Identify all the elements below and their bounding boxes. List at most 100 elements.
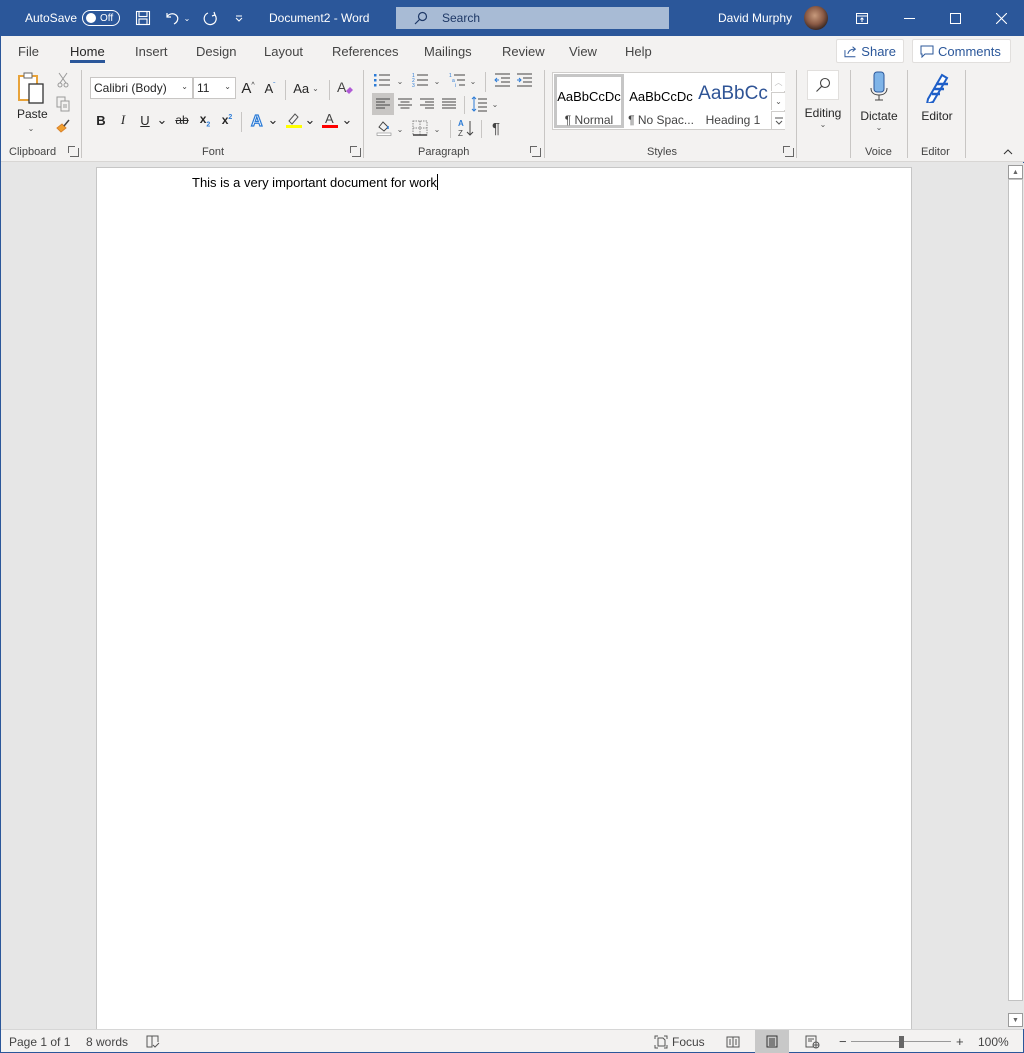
format-painter-button[interactable] <box>55 118 71 134</box>
change-case-button[interactable]: Aa ⌄ <box>291 79 321 97</box>
justify-button[interactable] <box>438 93 460 115</box>
style-heading-1[interactable]: AaBbCc Heading 1 <box>698 74 768 128</box>
underline-button[interactable]: U <box>137 110 153 130</box>
undo-button[interactable] <box>162 8 182 28</box>
bullets-dropdown[interactable]: ⌄ <box>395 74 405 88</box>
multilevel-list-dropdown[interactable]: ⌄ <box>468 74 478 88</box>
styles-dialog-launcher[interactable] <box>783 146 794 157</box>
tab-mailings[interactable]: Mailings <box>424 36 472 66</box>
align-center-button[interactable] <box>394 93 416 115</box>
font-color-button[interactable]: A <box>320 110 340 130</box>
style-no-spacing[interactable]: AaBbCcDc ¶ No Spac... <box>626 74 696 128</box>
print-layout-button[interactable] <box>755 1030 789 1053</box>
customize-qat-button[interactable] <box>229 8 249 28</box>
collapse-ribbon-button[interactable] <box>1003 147 1013 158</box>
style-normal[interactable]: AaBbCcDc ¶ Normal <box>554 74 624 128</box>
copy-button[interactable] <box>55 96 71 112</box>
styles-scroll-down[interactable]: ⌄ <box>771 92 785 110</box>
autosave-toggle[interactable]: Off <box>82 10 120 26</box>
align-left-button[interactable] <box>372 93 394 115</box>
avatar[interactable] <box>804 6 828 30</box>
word-count[interactable]: 8 words <box>86 1030 128 1053</box>
multilevel-list-button[interactable]: 1ai <box>448 72 466 88</box>
maximize-button[interactable] <box>932 0 978 36</box>
font-size-dropdown[interactable]: 11 ⌄ <box>193 77 236 99</box>
document-page[interactable]: This is a very important document for wo… <box>96 167 912 1037</box>
line-spacing-button[interactable] <box>470 95 488 113</box>
borders-button[interactable] <box>411 119 429 137</box>
scroll-down-button[interactable]: ▼ <box>1008 1013 1023 1027</box>
minimize-button[interactable] <box>886 0 932 36</box>
save-button[interactable] <box>133 8 153 28</box>
tab-file[interactable]: File <box>18 36 39 66</box>
search-input[interactable]: Search <box>396 7 669 29</box>
tab-layout[interactable]: Layout <box>264 36 303 66</box>
font-name-dropdown[interactable]: Calibri (Body) ⌄ <box>90 77 193 99</box>
clear-formatting-button[interactable]: A <box>335 78 355 98</box>
close-button[interactable] <box>978 0 1024 36</box>
font-dialog-launcher[interactable] <box>350 146 361 157</box>
zoom-level[interactable]: 100% <box>978 1030 1009 1053</box>
italic-button[interactable]: I <box>115 110 131 130</box>
numbering-dropdown[interactable]: ⌄ <box>432 74 442 88</box>
paragraph-dialog-launcher[interactable] <box>530 146 541 157</box>
align-right-button[interactable] <box>416 93 438 115</box>
dictate-button[interactable]: Dictate ⌄ <box>857 70 901 132</box>
underline-dropdown[interactable]: ⌄ <box>157 110 168 130</box>
styles-more-button[interactable] <box>771 111 785 129</box>
clipboard-dialog-launcher[interactable] <box>68 146 79 157</box>
zoom-slider-thumb[interactable] <box>899 1036 904 1048</box>
strikethrough-button[interactable]: ab <box>172 110 192 130</box>
editor-button[interactable]: Editor <box>915 70 959 123</box>
tab-insert[interactable]: Insert <box>135 36 168 66</box>
ribbon-display-options-button[interactable] <box>839 0 885 36</box>
shading-dropdown[interactable]: ⌄ <box>395 122 405 136</box>
tab-references[interactable]: References <box>332 36 398 66</box>
tab-view[interactable]: View <box>569 36 597 66</box>
redo-button[interactable] <box>201 8 221 28</box>
focus-button[interactable]: Focus <box>654 1030 705 1053</box>
font-color-dropdown[interactable]: ⌄ <box>342 110 353 130</box>
subscript-button[interactable]: x2 <box>197 110 213 130</box>
superscript-button[interactable]: x2 <box>219 110 235 130</box>
borders-dropdown[interactable]: ⌄ <box>432 122 442 136</box>
line-spacing-dropdown[interactable]: ⌄ <box>490 97 500 111</box>
increase-indent-button[interactable] <box>515 72 533 88</box>
undo-dropdown[interactable]: ⌄ <box>181 8 193 28</box>
cut-button[interactable] <box>55 72 71 88</box>
scroll-up-button[interactable]: ▲ <box>1008 165 1023 179</box>
read-mode-button[interactable] <box>726 1030 740 1053</box>
styles-scroll-up[interactable]: ︿ <box>771 73 785 91</box>
share-button[interactable]: Share <box>836 39 904 63</box>
decrease-indent-button[interactable] <box>493 72 511 88</box>
user-name[interactable]: David Murphy <box>718 0 792 36</box>
proofing-button[interactable] <box>146 1030 160 1053</box>
scroll-thumb[interactable] <box>1008 179 1023 1001</box>
vertical-scrollbar[interactable]: ▲ ▼ <box>1008 163 1024 1029</box>
text-effects-button[interactable]: A <box>249 110 267 130</box>
increase-font-size-button[interactable]: A^ <box>239 79 257 97</box>
tab-home[interactable]: Home <box>70 36 105 66</box>
bullets-button[interactable] <box>373 72 391 88</box>
editing-button[interactable]: Editing ⌄ <box>803 70 843 129</box>
sort-button[interactable]: AZ <box>456 118 476 138</box>
tab-review[interactable]: Review <box>502 36 545 66</box>
numbering-button[interactable]: 123 <box>411 72 429 88</box>
comments-button[interactable]: Comments <box>912 39 1011 63</box>
document-body[interactable]: This is a very important document for wo… <box>192 174 438 190</box>
bold-button[interactable]: B <box>93 110 109 130</box>
zoom-in-button[interactable]: + <box>956 1030 964 1053</box>
web-layout-button[interactable] <box>805 1030 820 1053</box>
zoom-out-button[interactable]: − <box>839 1030 847 1053</box>
page-count[interactable]: Page 1 of 1 <box>9 1030 70 1053</box>
show-formatting-marks-button[interactable]: ¶ <box>487 119 505 137</box>
decrease-font-size-button[interactable]: Aˇ <box>261 79 279 97</box>
tab-help[interactable]: Help <box>625 36 652 66</box>
text-effects-dropdown[interactable]: ⌄ <box>268 110 279 130</box>
paste-options-dropdown[interactable]: ⌄ <box>25 123 37 133</box>
highlight-color-button[interactable] <box>284 110 304 130</box>
shading-button[interactable] <box>375 119 393 137</box>
highlight-color-dropdown[interactable]: ⌄ <box>305 110 316 130</box>
paste-button[interactable] <box>15 70 49 106</box>
tab-design[interactable]: Design <box>196 36 236 66</box>
